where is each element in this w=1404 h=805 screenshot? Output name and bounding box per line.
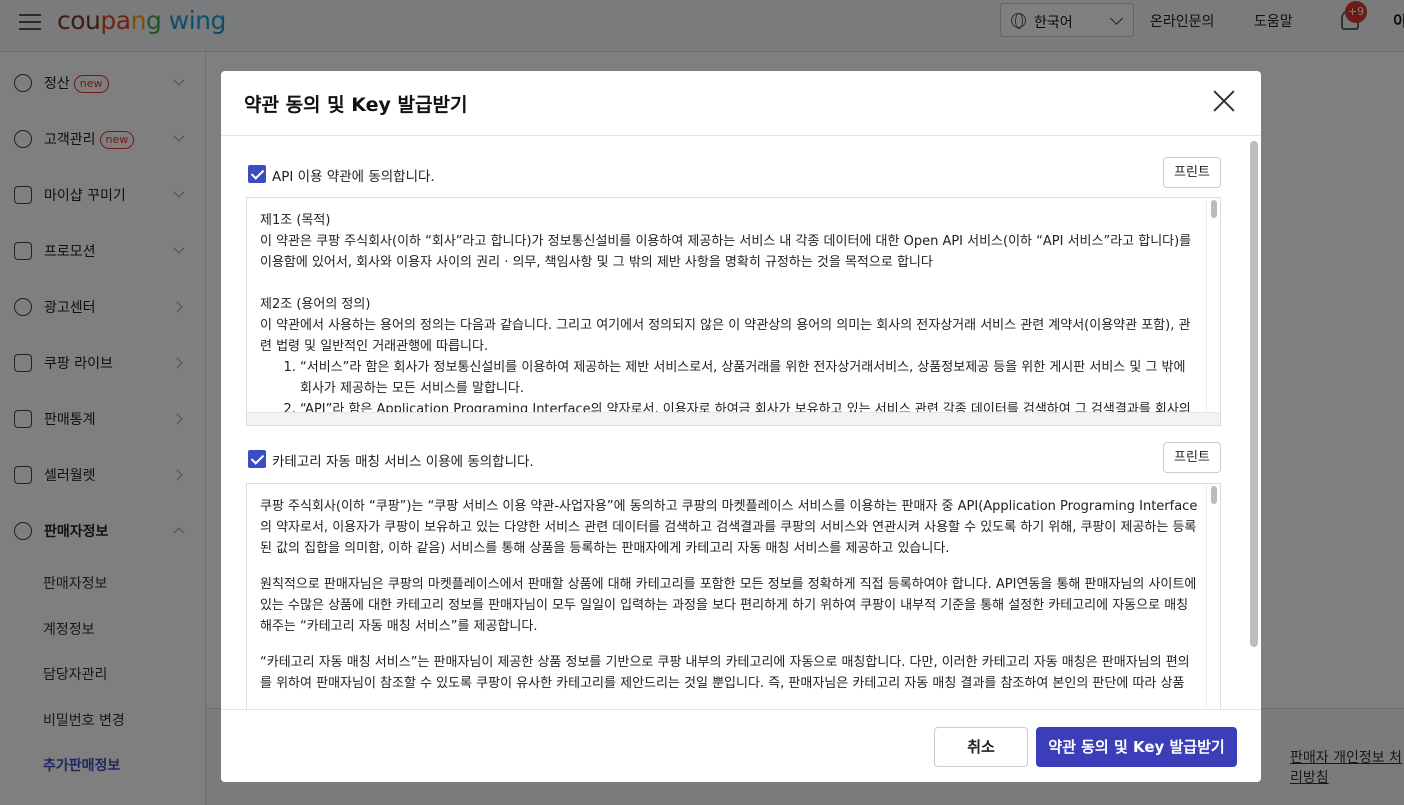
terms-agreement-dialog: 약관 동의 및 Key 발급받기 API 이용 약관에 동의합니다. 프린트 제… <box>221 71 1261 782</box>
category-matching-print-button[interactable]: 프린트 <box>1163 442 1221 473</box>
terms-paragraph: 쿠팡 주식회사(이하 “쿠팡”)는 “쿠팡 서비스 이용 약관-사업자용”에 동… <box>260 499 1198 556</box>
terms-list-item: “서비스”라 함은 회사가 정보통신설비를 이용하여 제공하는 제반 서비스로서… <box>300 357 1198 399</box>
api-terms-agree-row: API 이용 약관에 동의합니다. 프린트 <box>246 157 1221 191</box>
category-matching-text: 쿠팡 주식회사(이하 “쿠팡”)는 “쿠팡 서비스 이용 약관-사업자용”에 동… <box>260 496 1198 694</box>
terms-heading: 제2조 (용어의 정의) <box>260 297 371 312</box>
dialog-scrollbar[interactable] <box>1250 141 1258 647</box>
category-matching-agree-row: 카테고리 자동 매칭 서비스 이용에 동의합니다. 프린트 <box>246 442 1221 476</box>
api-terms-print-button[interactable]: 프린트 <box>1163 157 1221 188</box>
dialog-footer: 취소 약관 동의 및 Key 발급받기 <box>221 709 1261 782</box>
api-terms-textbox[interactable]: 제1조 (목적) 이 약관은 쿠팡 주식회사(이하 “회사”라고 합니다)가 정… <box>246 197 1221 426</box>
dialog-title: 약관 동의 및 Key 발급받기 <box>244 94 468 116</box>
textbox-scrollbar[interactable] <box>1206 484 1220 709</box>
cancel-button[interactable]: 취소 <box>934 727 1028 767</box>
agree-and-issue-key-button[interactable]: 약관 동의 및 Key 발급받기 <box>1036 727 1237 767</box>
terms-heading: 제1조 (목적) <box>260 213 331 228</box>
api-terms-checkbox[interactable] <box>248 165 266 183</box>
category-matching-textbox[interactable]: 쿠팡 주식회사(이하 “쿠팡”)는 “쿠팡 서비스 이용 약관-사업자용”에 동… <box>246 483 1221 709</box>
textbox-hscrollbar[interactable] <box>247 412 1220 425</box>
terms-paragraph: 원칙적으로 판매자님은 쿠팡의 마켓플레이스에서 판매할 상품에 대해 카테고리… <box>260 577 1197 634</box>
dialog-body[interactable]: API 이용 약관에 동의합니다. 프린트 제1조 (목적) 이 약관은 쿠팡 … <box>221 136 1261 709</box>
terms-paragraph: “카테고리 자동 매칭 서비스”는 판매자님이 제공한 상품 정보를 기반으로 … <box>260 655 1190 691</box>
api-terms-text: 제1조 (목적) 이 약관은 쿠팡 주식회사(이하 “회사”라고 합니다)가 정… <box>260 210 1198 425</box>
category-matching-checkbox[interactable] <box>248 450 266 468</box>
terms-paragraph: 이 약관에서 사용하는 용어의 정의는 다음과 같습니다. 그리고 여기에서 정… <box>260 318 1191 354</box>
api-terms-agree-label[interactable]: API 이용 약관에 동의합니다. <box>272 165 435 185</box>
terms-paragraph: 이 약관은 쿠팡 주식회사(이하 “회사”라고 합니다)가 정보통신설비를 이용… <box>260 234 1192 270</box>
textbox-scrollbar[interactable] <box>1206 198 1220 425</box>
close-icon[interactable] <box>1212 89 1236 113</box>
dialog-header: 약관 동의 및 Key 발급받기 <box>221 71 1261 136</box>
category-matching-agree-label[interactable]: 카테고리 자동 매칭 서비스 이용에 동의합니다. <box>272 450 534 470</box>
